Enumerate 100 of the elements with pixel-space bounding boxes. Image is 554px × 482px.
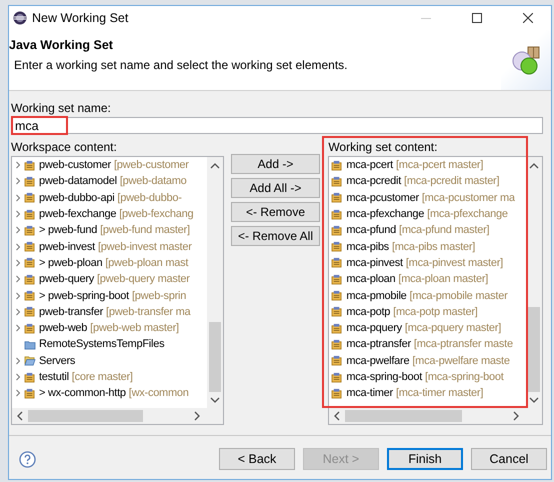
item-name[interactable]: mca-pwelfare [346, 354, 410, 367]
item-name[interactable]: mca-pquery [346, 322, 402, 334]
item-name[interactable]: > pweb-spring-boot [39, 290, 129, 302]
item-name[interactable]: mca-spring-boot [346, 371, 422, 383]
item-name[interactable]: > pweb-ploan [39, 256, 102, 269]
transfer-button[interactable]: <- Remove All [230, 226, 320, 246]
item-detail: [mca-pfund master] [399, 224, 490, 236]
item-name[interactable]: pweb-dubbo-api [39, 192, 114, 204]
item-name[interactable]: mca-pfund [346, 224, 396, 236]
project-icon [331, 355, 344, 366]
item-detail: [mca-pmobile master [410, 290, 508, 302]
item-name[interactable]: pweb-transfer [39, 306, 104, 318]
project-icon [331, 160, 344, 171]
item-name[interactable]: > pweb-fund [39, 224, 98, 236]
project-icon [331, 274, 344, 285]
item-detail: [mca-pibs master] [392, 240, 476, 253]
item-name[interactable]: > wx-common-http [39, 387, 126, 400]
project-icon [331, 306, 344, 318]
item-detail: [mca-timer master] [396, 387, 484, 400]
scrollbar-thumb[interactable] [28, 410, 143, 422]
transfer-button[interactable]: <- Remove [230, 202, 320, 222]
expand-icon[interactable] [14, 306, 22, 317]
item-name[interactable]: mca-pcredit [346, 175, 402, 188]
item-name[interactable]: Servers [39, 354, 76, 367]
working-set-icon [511, 45, 541, 75]
project-icon [24, 208, 36, 220]
scrollbar-thumb[interactable] [528, 307, 540, 392]
item-name[interactable]: pweb-invest [39, 240, 95, 253]
item-name[interactable]: pweb-datamodel [39, 175, 117, 188]
scroll-right-icon[interactable] [192, 411, 201, 421]
transfer-button[interactable]: Add -> [230, 154, 320, 174]
help-icon[interactable] [19, 450, 36, 468]
item-name[interactable]: mca-ptransfer [346, 338, 411, 350]
project-icon [24, 160, 36, 171]
scroll-right-icon[interactable] [512, 411, 520, 421]
name-field[interactable]: mca [11, 117, 543, 134]
scroll-up-icon[interactable] [210, 162, 220, 170]
horizontal-scrollbar[interactable] [12, 408, 223, 424]
project-icon [24, 257, 36, 268]
project-icon [24, 372, 36, 382]
scroll-down-icon[interactable] [528, 396, 539, 404]
horizontal-scrollbar[interactable] [329, 408, 542, 424]
item-name[interactable]: mca-pcustomer [346, 192, 419, 204]
project-icon [331, 338, 344, 350]
expand-icon[interactable] [14, 176, 22, 186]
scroll-down-icon[interactable] [210, 396, 220, 404]
item-name[interactable]: RemoteSystemsTempFiles [39, 338, 164, 350]
expand-icon[interactable] [14, 192, 22, 203]
dialog-button[interactable]: Cancel [471, 448, 547, 470]
project-icon [24, 322, 36, 334]
item-detail: [pweb-fexchang [119, 208, 194, 220]
window-title: New Working Set [32, 11, 130, 25]
expand-icon[interactable] [14, 242, 22, 252]
expand-icon[interactable] [14, 290, 22, 301]
expand-icon[interactable] [14, 160, 22, 170]
item-detail: [mca-spring-boot [425, 371, 504, 383]
scrollbar-thumb[interactable] [345, 410, 462, 422]
project-icon [24, 176, 36, 187]
vertical-scrollbar[interactable] [206, 157, 223, 408]
item-detail: [pweb-invest master [98, 240, 192, 253]
folder-icon [24, 355, 36, 366]
item-detail: [pweb-web master] [90, 322, 179, 334]
project-icon [331, 176, 344, 187]
scrollbar-thumb[interactable] [208, 322, 221, 392]
expand-icon[interactable] [14, 274, 22, 284]
expand-icon[interactable] [14, 356, 22, 366]
item-detail: [pweb-fund master] [100, 224, 190, 236]
dialog-button[interactable]: Finish [387, 448, 463, 470]
dialog-button[interactable]: < Back [219, 448, 295, 470]
item-name[interactable]: testutil [39, 371, 69, 383]
item-name[interactable]: pweb-web [39, 322, 88, 334]
item-name[interactable]: mca-pfexchange [346, 208, 424, 220]
expand-icon[interactable] [14, 372, 22, 382]
project-icon [24, 192, 36, 204]
item-detail: [mca-ptransfer maste [414, 338, 513, 350]
item-name[interactable]: mca-pcert [346, 159, 393, 172]
header-title: Java Working Set [9, 38, 114, 52]
item-name[interactable]: mca-pmobile [346, 290, 407, 302]
scroll-up-icon[interactable] [528, 162, 539, 170]
expand-icon[interactable] [14, 209, 22, 220]
item-detail: [pweb-query master [96, 273, 190, 286]
scroll-left-icon[interactable] [16, 411, 24, 421]
item-name[interactable]: pweb-customer [39, 159, 111, 172]
item-name[interactable]: mca-potp [346, 306, 390, 318]
item-name[interactable]: mca-pibs [346, 240, 389, 253]
item-detail: [mca-pcustomer ma [422, 192, 515, 204]
transfer-button[interactable]: Add All -> [230, 178, 320, 198]
item-detail: [core master] [72, 371, 133, 383]
expand-icon[interactable] [14, 323, 22, 334]
project-icon [331, 290, 344, 302]
expand-icon[interactable] [14, 225, 22, 236]
folder-icon [24, 338, 36, 350]
item-name[interactable]: pweb-query [39, 273, 94, 286]
item-name[interactable]: mca-timer [346, 387, 393, 400]
item-name[interactable]: pweb-fexchange [39, 208, 116, 220]
item-name[interactable]: mca-ploan [346, 273, 396, 286]
expand-icon[interactable] [14, 258, 22, 268]
expand-icon[interactable] [14, 388, 22, 398]
item-name[interactable]: mca-pinvest [346, 256, 403, 269]
scroll-left-icon[interactable] [333, 411, 342, 421]
